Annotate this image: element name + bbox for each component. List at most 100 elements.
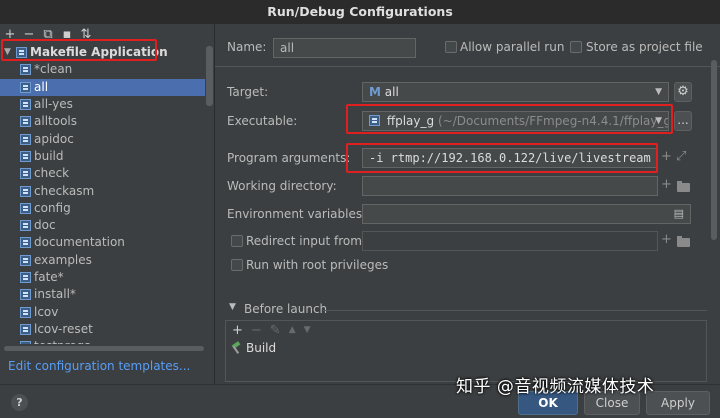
edit-task-icon[interactable]: ✎ [270, 323, 281, 338]
target-select[interactable]: M all ▼ [362, 82, 669, 102]
makefile-target-icon [20, 202, 31, 214]
hammer-icon [230, 342, 242, 354]
tree-item-label: fate* [34, 270, 64, 284]
plus-icon[interactable]: + [661, 176, 672, 194]
makefile-target-icon [20, 289, 31, 301]
makefile-target-icon [20, 116, 31, 128]
window-title: Run/Debug Configurations [0, 0, 720, 24]
remove-task-icon[interactable]: − [251, 323, 262, 338]
tree-item-label: *clean [34, 62, 73, 77]
add-task-icon[interactable]: + [232, 323, 243, 338]
highlight-makefile-application [1, 39, 157, 61]
makefile-target-icon [20, 133, 31, 145]
root-privileges-checkbox[interactable] [231, 259, 243, 271]
watermark: 知乎 @音视频流媒体技术 [456, 377, 655, 397]
makefile-target-icon [20, 323, 31, 335]
plus-icon[interactable]: + [661, 148, 672, 166]
tree-item-label: alltools [34, 114, 77, 129]
working-dir-input[interactable] [362, 176, 658, 196]
store-project-checkbox[interactable] [570, 41, 582, 53]
makefile-target-icon [20, 64, 31, 76]
browse-executable-button[interactable]: ... [674, 111, 692, 131]
before-launch-toolbar: + − ✎ ▲ ▼ [226, 321, 706, 339]
folder-icon[interactable] [677, 236, 690, 247]
config-form: Name: all Allow parallel run Store as pr… [215, 24, 720, 384]
tree-item[interactable]: build [0, 148, 205, 165]
expand-icon[interactable]: ⤢ [676, 148, 686, 166]
tree-item-label: config [34, 200, 71, 215]
makefile-target-icon [20, 99, 31, 111]
tree-item[interactable]: lcov-reset [0, 321, 205, 338]
plus-icon[interactable]: + [661, 231, 672, 249]
tree-item-label: testprogs [34, 338, 91, 344]
root-privileges-label: Run with root privileges [246, 258, 389, 272]
tree-item-label: build [34, 148, 64, 163]
collapse-arrow-icon[interactable]: ▼ [229, 302, 236, 312]
name-label: Name: [227, 40, 267, 54]
tree-item[interactable]: examples [0, 252, 205, 269]
makefile-target-icon [20, 168, 31, 180]
tree-item-label: all-yes [34, 97, 73, 112]
makefile-target-icon: M [369, 85, 381, 99]
tree-item[interactable]: lcov [0, 303, 205, 320]
tree-item[interactable]: check [0, 165, 205, 182]
tree-item[interactable]: install* [0, 286, 205, 303]
chevron-down-icon: ▼ [655, 87, 662, 97]
tree-item[interactable]: all [0, 78, 205, 96]
tree-item[interactable]: checkasm [0, 182, 205, 199]
before-launch-header[interactable]: Before launch [244, 302, 327, 316]
apply-button[interactable]: Apply [646, 391, 710, 415]
makefile-target-icon [20, 220, 31, 232]
tree-item[interactable]: config [0, 200, 205, 217]
tree-horizontal-scrollbar[interactable] [4, 346, 204, 351]
redirect-input-checkbox[interactable] [231, 235, 243, 247]
tree-item-label: doc [34, 218, 56, 233]
store-project-label: Store as project file [586, 40, 703, 54]
before-launch-task[interactable]: Build [226, 339, 706, 357]
move-down-icon[interactable]: ▼ [304, 325, 311, 335]
working-dir-label: Working directory: [227, 179, 337, 193]
form-separator [215, 66, 720, 67]
makefile-target-icon [20, 150, 31, 162]
config-tree[interactable]: ▼ Makefile Application *clean all all-yes a… [0, 44, 205, 344]
tree-item-label: examples [34, 252, 92, 267]
makefile-target-icon [20, 272, 31, 283]
tree-item-label: lcov-reset [34, 321, 93, 336]
allow-parallel-label: Allow parallel run [460, 40, 565, 54]
help-icon[interactable]: ? [11, 394, 28, 411]
config-tree-panel: + − ⧉ ▪ ⇅ ▼ Makefile Application *clean a… [0, 24, 214, 384]
tree-item-label: checkasm [34, 183, 95, 198]
tree-item[interactable]: testprogs [0, 338, 205, 344]
gear-icon[interactable]: ⚙ [674, 82, 692, 102]
tree-item-label: apidoc [34, 131, 74, 146]
tree-item-label: all [34, 79, 49, 94]
makefile-target-icon [20, 306, 31, 318]
tree-item[interactable]: fate* [0, 269, 205, 286]
move-up-icon[interactable]: ▲ [289, 325, 296, 335]
tree-item[interactable]: documentation [0, 234, 205, 251]
makefile-target-icon [20, 341, 31, 344]
edit-templates-link[interactable]: Edit configuration templates... [8, 359, 190, 373]
tree-item-label: check [34, 166, 70, 181]
target-value: all [384, 85, 399, 99]
name-input[interactable]: all [273, 38, 416, 58]
tree-item[interactable]: apidoc [0, 130, 205, 147]
redirect-input-field[interactable] [362, 231, 658, 251]
tree-item[interactable]: alltools [0, 113, 205, 130]
form-vertical-scrollbar[interactable] [711, 60, 717, 240]
allow-parallel-checkbox[interactable] [445, 41, 457, 53]
tree-item-label: documentation [34, 235, 125, 250]
tree-item[interactable]: *clean [0, 61, 205, 78]
target-label: Target: [227, 85, 269, 99]
executable-label: Executable: [227, 114, 298, 128]
document-icon[interactable]: ▤ [674, 205, 684, 223]
folder-icon[interactable] [677, 181, 690, 192]
highlight-program-args [346, 143, 658, 173]
tree-vertical-scrollbar[interactable] [206, 46, 213, 106]
tree-item[interactable]: doc [0, 217, 205, 234]
makefile-target-icon [20, 254, 31, 266]
env-vars-input[interactable]: ▤ [362, 204, 691, 224]
tree-item[interactable]: all-yes [0, 96, 205, 113]
before-launch-task-label: Build [246, 341, 277, 355]
highlight-executable [346, 104, 673, 134]
